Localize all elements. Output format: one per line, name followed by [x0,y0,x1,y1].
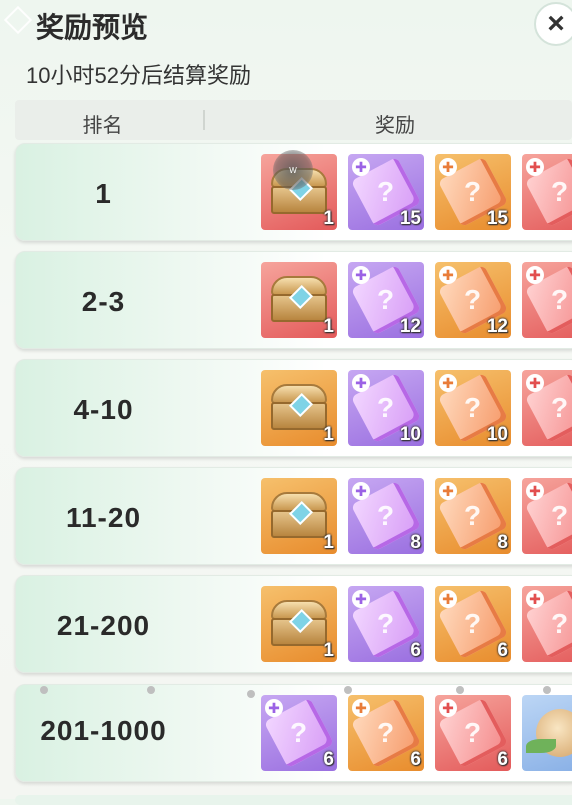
item-count: 15 [399,208,421,229]
chest-icon [271,276,327,322]
red-mystery-cube-icon[interactable]: ? ✚ [522,478,572,554]
plus-badge-icon: ✚ [439,590,457,608]
plus-badge-icon: ✚ [352,158,370,176]
plus-badge-icon: ✚ [439,482,457,500]
plus-badge-icon: ✚ [526,374,544,392]
purple-mystery-cube-icon[interactable]: ? ✚ 8 [348,478,424,554]
rank-range: 21-200 [56,610,151,641]
settlement-timer: 10小时52分后结算奖励 [26,63,251,88]
orange-mystery-cube-icon[interactable]: ? ✚ 10 [435,370,511,446]
item-count: 8 [410,532,421,553]
plus-badge-icon: ✚ [439,374,457,392]
plus-badge-icon: ✚ [526,266,544,284]
treasure-chest-orange-icon[interactable]: 1 [261,478,337,554]
list-item: 21-200 1? ✚ 6? ✚ 6? ✚ [15,575,572,673]
marker-dot-icon [456,686,464,694]
rank-range: 11-20 [65,502,142,533]
flower-bun-item-icon[interactable]: 5 [522,695,572,771]
item-count: 1 [323,316,334,337]
rank-column-header: 排名 [82,115,123,137]
red-mystery-cube-icon[interactable]: ? ✚ [522,586,572,662]
treasure-chest-red-icon[interactable]: 1 [261,262,337,338]
red-mystery-cube-icon[interactable]: ? ✚ [522,370,572,446]
item-count: 1 [323,208,334,229]
purple-mystery-cube-icon[interactable]: ? ✚ 6 [348,586,424,662]
treasure-chest-orange-icon[interactable]: 1 [261,586,337,662]
item-count: 6 [410,640,421,661]
item-count: 1 [323,424,334,445]
purple-mystery-cube-icon[interactable]: ? ✚ 6 [261,695,337,771]
chest-icon [271,384,327,430]
compass-letter: W [289,165,297,175]
page-title: 奖励预览 [36,12,149,43]
plus-badge-icon: ✚ [439,158,457,176]
item-count: 12 [486,316,508,337]
chest-icon [271,492,327,538]
item-count: 10 [486,424,508,445]
orange-mystery-cube-icon[interactable]: ? ✚ 6 [348,695,424,771]
plus-badge-icon: ✚ [526,158,544,176]
purple-mystery-cube-icon[interactable]: ? ✚ 15 [348,154,424,230]
item-count: 6 [323,749,334,770]
item-count: 6 [497,749,508,770]
plus-badge-icon: ✚ [439,699,457,717]
item-count: 12 [399,316,421,337]
plus-badge-icon: ✚ [526,590,544,608]
item-count: 6 [410,749,421,770]
plus-badge-icon: ✚ [352,374,370,392]
close-icon[interactable]: × [534,2,572,46]
red-mystery-cube-icon[interactable]: ? ✚ [522,262,572,338]
plus-badge-icon: ✚ [352,590,370,608]
orange-mystery-cube-icon[interactable]: ? ✚ 8 [435,478,511,554]
rank-range: 2-3 [81,286,126,317]
title-decoration-icon [3,5,33,35]
rank-range: 4-10 [73,394,134,425]
treasure-chest-orange-icon[interactable]: 1 [261,370,337,446]
marker-dot-icon [147,686,155,694]
orange-mystery-cube-icon[interactable]: ? ✚ 12 [435,262,511,338]
item-count: 1 [323,532,334,553]
plus-badge-icon: ✚ [526,482,544,500]
item-count: 6 [497,640,508,661]
item-count: 10 [399,424,421,445]
plus-badge-icon: ✚ [352,699,370,717]
plus-badge-icon: ✚ [352,482,370,500]
list-item: 11-20 1? ✚ 8? ✚ 8? ✚ [15,467,572,565]
marker-dot-icon [247,690,255,698]
item-count: 1 [323,640,334,661]
marker-dot-icon [40,686,48,694]
plus-badge-icon: ✚ [352,266,370,284]
list-item: 2-3 1? ✚ 12? ✚ 12? ✚ [15,251,572,349]
purple-mystery-cube-icon[interactable]: ? ✚ 12 [348,262,424,338]
plus-badge-icon: ✚ [439,266,457,284]
red-mystery-cube-icon[interactable]: ? ✚ [522,154,572,230]
chest-icon [271,600,327,646]
list-item: 4-10 1? ✚ 10? ✚ 10? ✚ [15,359,572,457]
leaf-icon [526,739,556,753]
marker-dot-icon [344,686,352,694]
table-header: 排名 奖励 [15,100,572,140]
reward-column-header: 奖励 [375,115,415,137]
plus-badge-icon: ✚ [265,699,283,717]
rank-range: 1 [95,178,112,209]
list-item-partial [15,795,572,805]
orange-mystery-cube-icon[interactable]: ? ✚ 15 [435,154,511,230]
list-item: 201-1000?✚6?✚6?✚65 [15,684,572,782]
purple-mystery-cube-icon[interactable]: ? ✚ 10 [348,370,424,446]
marker-dot-icon [543,686,551,694]
rank-range: 201-1000 [40,715,167,746]
item-count: 8 [497,532,508,553]
compass-overlay-icon: W [273,150,313,190]
red-mystery-cube-icon[interactable]: ? ✚ 6 [435,695,511,771]
item-count: 15 [486,208,508,229]
orange-mystery-cube-icon[interactable]: ? ✚ 6 [435,586,511,662]
